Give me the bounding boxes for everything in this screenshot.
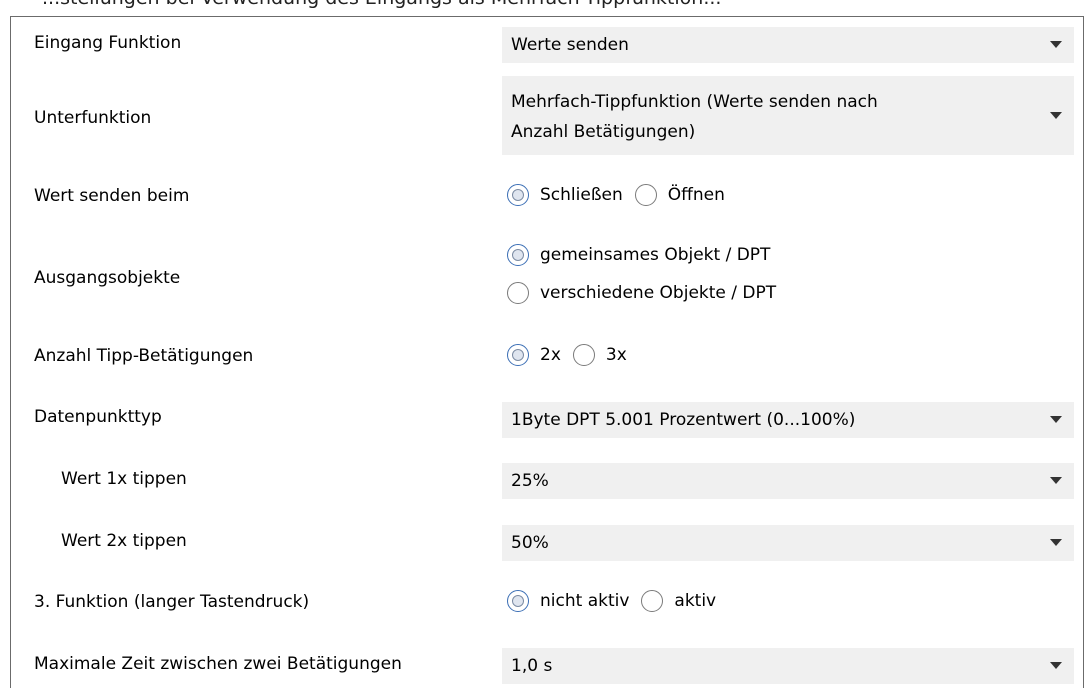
funktion3-label: 3. Funktion (langer Tastendruck): [34, 592, 310, 612]
radio-option-2x[interactable]: 2x: [507, 344, 561, 366]
chevron-down-icon: [1050, 41, 1062, 48]
radio-label-gemeinsames-objekt: gemeinsames Objekt / DPT: [540, 245, 771, 265]
unterfunktion-label: Unterfunktion: [34, 108, 152, 128]
chevron-down-icon: [1050, 416, 1062, 423]
eingang-funktion-value: Werte senden: [511, 35, 629, 55]
anzahl-tipp-radio-group: 2x 3x: [507, 344, 639, 366]
radio-label-schliessen: Schließen: [540, 185, 623, 205]
radio-option-nicht-aktiv[interactable]: nicht aktiv: [507, 590, 629, 612]
eingang-funktion-dropdown[interactable]: Werte senden: [502, 27, 1074, 63]
wert-2x-label: Wert 2x tippen: [61, 531, 187, 551]
radio-label-aktiv: aktiv: [674, 591, 717, 611]
unterfunktion-value-line1: Mehrfach-Tippfunktion (Werte senden nach: [511, 91, 878, 112]
wert-senden-beim-radio-group: Schließen Öffnen: [507, 184, 737, 206]
max-zeit-dropdown[interactable]: 1,0 s: [502, 648, 1074, 684]
anzahl-tipp-label: Anzahl Tipp-Betätigungen: [34, 346, 254, 366]
wert-senden-beim-label: Wert senden beim: [34, 186, 190, 206]
radio-label-oeffnen: Öffnen: [667, 185, 725, 205]
ausgangsobjekte-radio-option-1[interactable]: gemeinsames Objekt / DPT: [507, 244, 770, 266]
wert-2x-dropdown[interactable]: 50%: [502, 525, 1074, 561]
radio-option-3x[interactable]: 3x: [572, 344, 627, 366]
wert-1x-value: 25%: [511, 471, 549, 491]
radio-selected-icon: [507, 244, 529, 266]
max-zeit-label: Maximale Zeit zwischen zwei Betätigungen: [34, 654, 402, 674]
radio-unselected-icon: [641, 590, 664, 612]
radio-unselected-icon: [634, 184, 657, 206]
radio-option-aktiv[interactable]: aktiv: [641, 590, 716, 612]
wert-1x-dropdown[interactable]: 25%: [502, 463, 1074, 499]
clipped-caption: ...stellungen bei Verwendung des Eingang…: [0, 0, 1085, 13]
radio-selected-icon: [507, 590, 529, 612]
chevron-down-icon: [1050, 662, 1062, 669]
unterfunktion-dropdown[interactable]: Mehrfach-Tippfunktion (Werte senden nach…: [502, 76, 1074, 155]
datenpunkttyp-dropdown[interactable]: 1Byte DPT 5.001 Prozentwert (0...100%): [502, 402, 1074, 438]
chevron-down-icon: [1050, 477, 1062, 484]
max-zeit-value: 1,0 s: [511, 656, 553, 676]
datenpunkttyp-label: Datenpunkttyp: [34, 407, 162, 427]
radio-label-nicht-aktiv: nicht aktiv: [540, 591, 630, 611]
ausgangsobjekte-radio-option-2[interactable]: verschiedene Objekte / DPT: [507, 282, 776, 304]
chevron-down-icon: [1050, 111, 1062, 119]
datenpunkttyp-value: 1Byte DPT 5.001 Prozentwert (0...100%): [511, 410, 856, 430]
ausgangsobjekte-label: Ausgangsobjekte: [34, 268, 181, 288]
eingang-funktion-label: Eingang Funktion: [34, 33, 182, 53]
parameter-panel: Eingang Funktion Werte senden Unterfunkt…: [10, 16, 1084, 688]
wert-1x-label: Wert 1x tippen: [61, 469, 187, 489]
wert-2x-value: 50%: [511, 533, 549, 553]
radio-selected-icon: [507, 184, 529, 206]
radio-unselected-icon: [507, 282, 529, 304]
radio-unselected-icon: [572, 344, 595, 366]
chevron-down-icon: [1050, 539, 1062, 546]
radio-option-oeffnen[interactable]: Öffnen: [634, 184, 725, 206]
radio-option-schliessen[interactable]: Schließen: [507, 184, 623, 206]
radio-label-3x: 3x: [605, 345, 627, 365]
radio-label-2x: 2x: [540, 345, 561, 365]
unterfunktion-value-line2: Anzahl Betätigungen): [511, 121, 696, 142]
funktion3-radio-group: nicht aktiv aktiv: [507, 590, 728, 612]
radio-selected-icon: [507, 344, 529, 366]
radio-label-verschiedene-objekte: verschiedene Objekte / DPT: [540, 283, 777, 303]
